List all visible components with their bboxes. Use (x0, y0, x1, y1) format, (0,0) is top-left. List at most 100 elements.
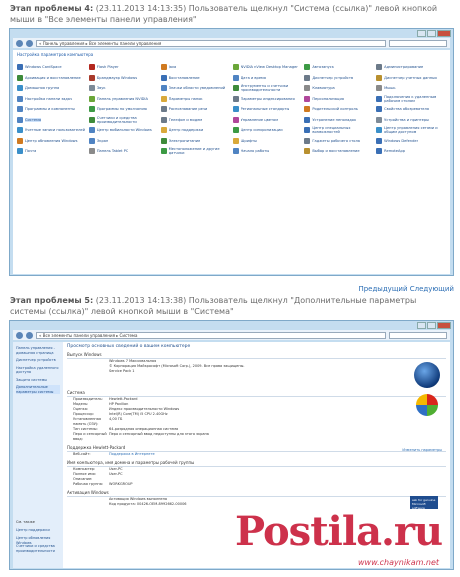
close-button[interactable] (437, 322, 451, 329)
control-panel-item[interactable]: Экран (88, 136, 159, 147)
control-panel-item-label: Восстановление (168, 75, 200, 80)
forward-arrow-icon[interactable] (26, 39, 33, 47)
maximize-button[interactable] (427, 322, 436, 329)
control-panel-item[interactable]: Центр управления сетями и общим доступом (376, 125, 446, 136)
control-panel-item[interactable]: Диспетчер устройств (304, 73, 374, 84)
back-arrow-icon[interactable] (16, 39, 23, 47)
sidebar-item-performance[interactable]: Счетчики и средства производительности (16, 544, 63, 553)
control-panel-item[interactable]: Windows Defender (376, 136, 446, 147)
control-panel-item-icon (304, 64, 311, 71)
control-panel-item-icon (17, 116, 23, 123)
search-input[interactable] (389, 331, 447, 339)
control-panel-item[interactable]: Восстановление (160, 73, 231, 84)
control-panel-item[interactable]: Центр специальных возможностей (304, 125, 374, 136)
control-panel-item[interactable]: Архивация и восстановление (17, 73, 87, 84)
control-panel-item[interactable]: Начало работы (232, 146, 303, 157)
control-panel-item[interactable]: Шрифты (232, 136, 303, 147)
control-panel-item[interactable]: Параметры индексирования (232, 94, 303, 105)
control-panel-item[interactable]: Родительский контроль (304, 104, 374, 115)
control-panel-item[interactable]: Windows CardSpace (17, 62, 87, 73)
control-panel-item[interactable]: Панель управления NVIDIA (88, 94, 159, 105)
control-panel-item[interactable]: Система (17, 115, 87, 126)
control-panel-item[interactable]: RemoteApp (376, 146, 446, 157)
control-panel-item[interactable]: NVIDIA nView Desktop Manager (232, 62, 303, 73)
control-panel-item[interactable]: Администрирование (376, 62, 446, 73)
control-panel-item[interactable]: Распознавание речи (160, 104, 231, 115)
back-arrow-icon[interactable] (16, 331, 23, 339)
control-panel-item[interactable]: Клавиатура (304, 83, 374, 94)
sidebar-item-advanced[interactable]: Дополнительные параметры системы (16, 385, 60, 394)
control-panel-item-label: Центр синхронизации (240, 128, 283, 133)
address-input[interactable]: « Все элементы панели управления ▸ Систе… (36, 331, 386, 339)
support-key: Веб-сайт: (73, 452, 91, 456)
change-params-link[interactable]: Изменить параметры (402, 448, 442, 452)
control-panel-item-label: Свойства обозревателя (384, 107, 429, 112)
search-input[interactable] (389, 39, 447, 47)
control-panel-item-icon (304, 127, 311, 134)
sidebar-item-support-center[interactable]: Центр поддержки (16, 528, 50, 533)
control-panel-item[interactable]: Программы и компоненты (17, 104, 87, 115)
control-panel-item[interactable]: Почта (17, 146, 87, 157)
control-panel-item[interactable]: Учетные записи пользователей (17, 125, 87, 136)
control-panel-item-icon (88, 95, 95, 102)
close-button[interactable] (437, 30, 451, 37)
control-panel-item[interactable]: Подключения к удаленным рабочим столам (376, 94, 446, 105)
control-panel-item[interactable]: Центр обновления Windows (17, 136, 87, 147)
control-panel-item-icon (304, 85, 311, 92)
control-panel-item[interactable]: Гаджеты рабочего стола (304, 136, 374, 147)
control-panel-item[interactable]: Управление цветом (232, 115, 303, 126)
control-panel-item[interactable]: Звук (88, 83, 159, 94)
minimize-button[interactable] (417, 30, 426, 37)
control-panel-item[interactable]: Свойства обозревателя (376, 104, 446, 115)
control-panel-item-icon (232, 74, 239, 81)
control-panel-item-label: Региональные стандарты (240, 107, 290, 112)
control-panel-item[interactable]: Программы по умолчанию (88, 104, 159, 115)
control-panel-item-icon (232, 127, 239, 134)
control-panel-item[interactable]: Домашняя группа (17, 83, 87, 94)
control-panel-item[interactable]: Мышь (376, 83, 446, 94)
control-panel-item[interactable]: Значки области уведомлений (160, 83, 231, 94)
control-panel-item-icon (17, 127, 23, 134)
control-panel-item[interactable]: Счетчики и средства производительности (88, 115, 159, 126)
info-value: WORKGROUP (109, 482, 133, 486)
control-panel-item[interactable]: Брандмауэр Windows (88, 73, 159, 84)
system-rows: Производитель: Hewlett-Packard Модель: HP P… (67, 397, 446, 442)
control-panel-item[interactable]: Выбор и восстановление (304, 146, 374, 157)
control-panel-item-icon (17, 74, 23, 81)
sidebar-item-device-manager[interactable]: Диспетчер устройств (16, 358, 60, 363)
control-panel-item-label: Электропитание (168, 138, 201, 143)
control-panel-item[interactable]: Java (160, 62, 231, 73)
control-panel-item[interactable]: Персонализация (304, 94, 374, 105)
control-panel-item[interactable]: Flash Player (88, 62, 159, 73)
control-panel-item[interactable]: Электропитание (160, 136, 231, 147)
address-input[interactable]: « Панель управления ▸ Все элементы панел… (36, 39, 386, 47)
forward-arrow-icon[interactable] (26, 331, 33, 339)
maximize-button[interactable] (427, 30, 436, 37)
control-panel-item[interactable]: Устранение неполадок (304, 115, 374, 126)
control-panel-item-icon (232, 106, 239, 113)
sidebar-item-protection[interactable]: Защита системы (16, 378, 60, 383)
step5-title: Этап проблемы 5: (23.11.2013 14:13:38) П… (10, 296, 450, 317)
minimize-button[interactable] (417, 322, 426, 329)
control-panel-item[interactable]: Региональные стандарты (232, 104, 303, 115)
control-panel-item[interactable]: Параметры папок (160, 94, 231, 105)
address-bar: « Все элементы панели управления ▸ Систе… (13, 330, 450, 340)
sidebar-item-remote[interactable]: Настройка удаленного доступа (16, 366, 60, 375)
support-link[interactable]: Поддержка в Интернете (109, 452, 446, 457)
previous-link[interactable]: Предыдущий (358, 285, 407, 293)
control-panel-item[interactable]: Центр поддержки (160, 125, 231, 136)
control-panel-item[interactable]: Панель Tablet PC (88, 146, 159, 157)
control-panel-item[interactable]: Дата и время (232, 73, 303, 84)
control-panel-item[interactable]: Телефон и модем (160, 115, 231, 126)
control-panel-item[interactable]: Устройства и принтеры (376, 115, 446, 126)
control-panel-item[interactable]: Автозапуск (304, 62, 374, 73)
control-panel-item[interactable]: Настройка панели задач (17, 94, 87, 105)
control-panel-item[interactable]: Местоположение и другие датчики (160, 146, 231, 157)
control-panel-item[interactable]: Диспетчер учетных данных (376, 73, 446, 84)
sidebar-item-home[interactable]: Панель управления - домашняя страница (16, 346, 60, 355)
next-link[interactable]: Следующий (410, 285, 454, 293)
control-panel-item[interactable]: Инструменты и счетчики производительност… (232, 83, 303, 94)
control-panel-item-label: Центр специальных возможностей (312, 126, 351, 135)
control-panel-item[interactable]: Центр мобильности Windows (88, 125, 159, 136)
control-panel-item[interactable]: Центр синхронизации (232, 125, 303, 136)
